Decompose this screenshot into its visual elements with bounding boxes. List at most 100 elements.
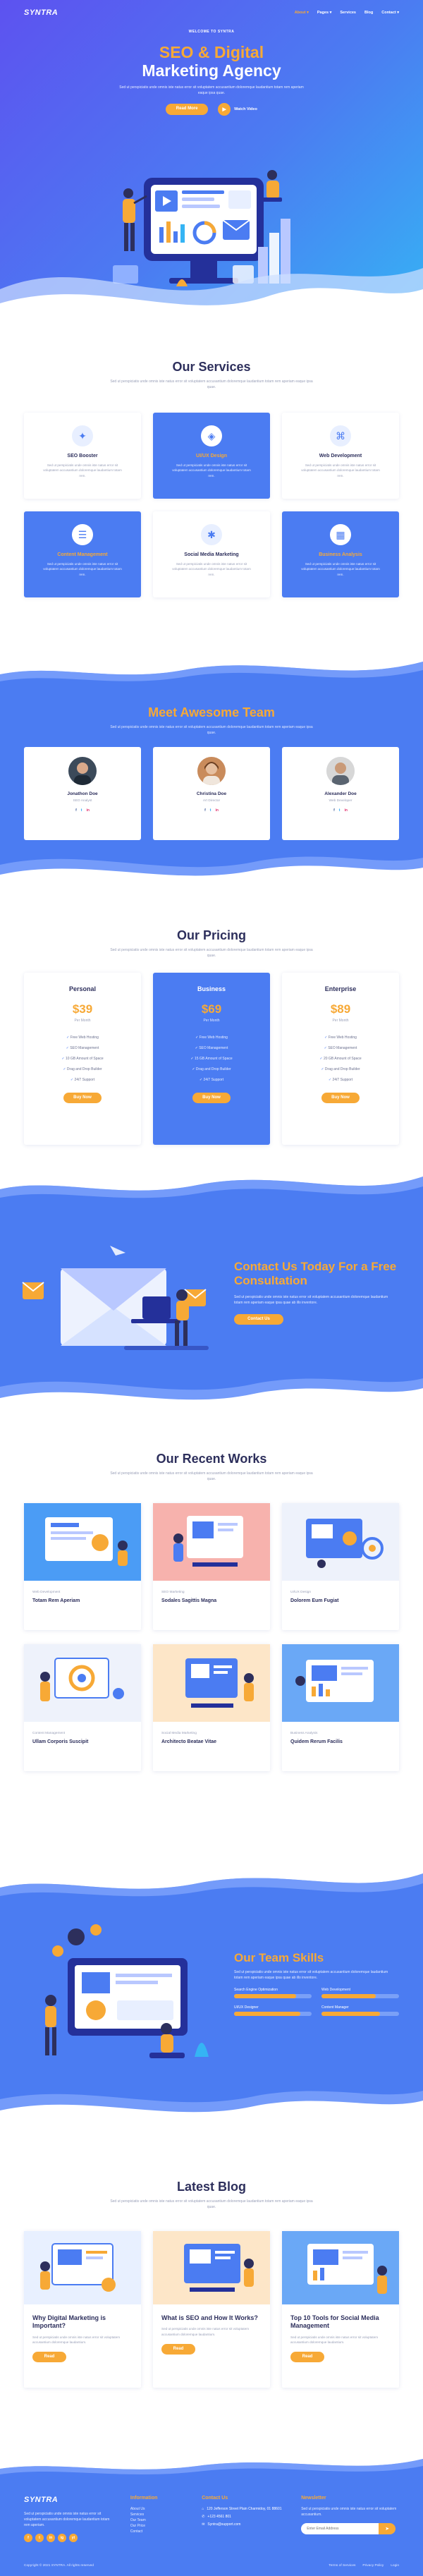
footer-contact-title: Contact Us [202, 2496, 228, 2501]
footer-link[interactable]: Contact [130, 2529, 186, 2534]
service-title: UI/UX Design [196, 454, 227, 458]
pricing-title: Our Pricing [176, 928, 246, 942]
footer-phone: ✆ +123 4561 801 [202, 2514, 286, 2520]
blog-image [282, 2231, 399, 2304]
footer-contact: Contact Us ⌂ 120 Jefferson Street Plain C… [202, 2494, 286, 2542]
services-section: Our Services Sed ut perspiciatis unde om… [0, 332, 423, 649]
footer-logo[interactable]: SYNTRA [24, 2494, 115, 2507]
site-logo[interactable]: SYNTRA [24, 8, 58, 17]
works-subtitle: Sed ut perspiciatis unde omnis iste natu… [110, 1471, 313, 1481]
linkedin-icon[interactable]: in [86, 808, 89, 813]
plan-features: Free Web Hosting SEO Management 15 GB Am… [153, 1033, 270, 1086]
team-card[interactable]: Jonathon Doe SEO Analyst f t in [24, 747, 141, 840]
team-grid: Jonathon Doe SEO Analyst f t in Christina … [24, 747, 399, 840]
skills-section: Our Team Skills Sed ut perspiciatis unde… [0, 1859, 423, 2127]
work-card[interactable]: Business Analysis Quidem Rerum Facilis [282, 1644, 399, 1771]
read-more-button[interactable]: Read More [290, 2352, 324, 2369]
phone-icon: ✆ [202, 2515, 205, 2520]
work-card[interactable]: SEO Marketing Sodales Sagittis Magna [153, 1503, 270, 1630]
team-wave-top [0, 649, 423, 681]
blog-post-title[interactable]: Top 10 Tools for Social Media Management [290, 2314, 391, 2331]
skill-fill [321, 1994, 376, 1998]
footer-link[interactable]: Services [130, 2512, 186, 2517]
blog-post-text: Sed ut perspiciatis unde omnis iste natu… [290, 2335, 379, 2344]
work-card[interactable]: Web Development Totam Rem Aperiam [24, 1503, 141, 1630]
service-title: Web Development [319, 454, 362, 458]
skill-fill [234, 1994, 296, 1998]
service-card[interactable]: ▦ Business Analysis Sed ut perspiciatis un… [282, 511, 399, 597]
plan-feature: Free Web Hosting [24, 1033, 141, 1043]
watch-video-button[interactable]: ▶ Watch Video [218, 102, 257, 116]
contact-wave-bottom [0, 1378, 423, 1415]
team-card[interactable]: Christina Doe Art Director f t in [153, 747, 270, 840]
facebook-icon[interactable]: f [333, 808, 335, 813]
work-card[interactable]: Content Management Ullam Corporis Suscip… [24, 1644, 141, 1771]
main-menu: About ▾ Pages ▾ Services Blog Contact ▾ [295, 11, 399, 15]
skill-fill [234, 2012, 300, 2016]
blog-post-title[interactable]: Why Digital Marketing is Important? [32, 2314, 133, 2331]
skill-bar: Web Development [321, 1988, 399, 1998]
skill-label: Web Development [321, 1988, 351, 1992]
member-name: Alexander Doe [324, 791, 357, 796]
buy-now-button[interactable]: Buy Now [63, 1093, 102, 1103]
footer-phone-text[interactable]: +123 4561 801 [207, 2514, 231, 2520]
footer: SYNTRA Sed ut perspiciatis unde omnis is… [0, 2452, 423, 2576]
read-more-button[interactable]: Read More [166, 103, 209, 115]
team-wave-bottom [0, 856, 423, 889]
footer-link[interactable]: Our Team [130, 2517, 186, 2523]
nav-item-blog[interactable]: Blog [364, 11, 373, 15]
work-title: Quidem Rerum Facilis [290, 1739, 343, 1744]
buy-now-button[interactable]: Buy Now [192, 1093, 231, 1103]
blog-post-title[interactable]: What is SEO and How It Works? [161, 2314, 262, 2322]
footer-link[interactable]: Our Price [130, 2523, 186, 2529]
linkedin-icon[interactable]: in [215, 808, 218, 813]
contact-us-button[interactable]: Contact Us [234, 1313, 283, 1325]
contact-illustration [22, 1246, 209, 1350]
work-category: UI/UX Design [290, 1591, 312, 1594]
newsletter-submit-button[interactable]: ➤ [379, 2523, 396, 2535]
linkedin-icon[interactable]: in [47, 2533, 55, 2542]
skill-track [234, 1994, 312, 1998]
buy-now-button[interactable]: Buy Now [321, 1093, 360, 1103]
service-card[interactable]: ◈ UI/UX Design Sed ut perspiciatis unde om… [153, 413, 270, 499]
plan-period: Per Month [74, 1019, 91, 1023]
skill-fill [321, 2012, 380, 2016]
footer-email-text[interactable]: Syntra@support.com [207, 2522, 240, 2527]
newsletter-text: Sed ut perspiciatis unde omnis iste natu… [301, 2507, 397, 2517]
work-card[interactable]: Social Media Marketing Architecto Beatae… [153, 1644, 270, 1771]
instagram-icon[interactable]: ig [58, 2533, 66, 2542]
footer-address-text: 120 Jefferson Street Plain Charmidoy, 01… [207, 2507, 282, 2512]
team-card[interactable]: Alexander Doe Web Developer f t in [282, 747, 399, 840]
service-text: Sed ut perspiciatis unde omnis iste natu… [172, 562, 251, 576]
service-card[interactable]: ✱ Social Media Marketing Sed ut perspiciat… [153, 511, 270, 597]
work-card[interactable]: UI/UX Design Dolorem Eum Fugiat [282, 1503, 399, 1630]
linkedin-icon[interactable]: in [344, 808, 347, 813]
twitter-icon[interactable]: t [210, 808, 212, 813]
read-more-button[interactable]: Read More [161, 2343, 195, 2362]
service-card[interactable]: ⌘ Web Development Sed ut perspiciatis unde… [282, 413, 399, 499]
service-card[interactable]: ✦ SEO Booster Sed ut perspiciatis unde omn… [24, 413, 141, 499]
read-more-button[interactable]: Read More [32, 2352, 66, 2369]
twitter-icon[interactable]: t [81, 808, 82, 813]
team-section: Meet Awesome Team Sed ut perspiciatis un… [0, 649, 423, 889]
newsletter-email-input[interactable] [301, 2523, 379, 2535]
nav-item-pages[interactable]: Pages ▾ [317, 11, 332, 15]
pricing-subtitle: Sed ut perspiciatis unde omnis iste natu… [110, 948, 313, 958]
avatar [68, 757, 97, 785]
facebook-icon[interactable]: f [204, 808, 206, 813]
footer-link[interactable]: About Us [130, 2506, 186, 2512]
twitter-icon[interactable]: t [339, 808, 341, 813]
pricing-card: Enterprise $89 Per Month Free Web Hostin… [282, 973, 399, 1145]
twitter-icon[interactable]: t [35, 2533, 44, 2542]
nav-item-services[interactable]: Services [340, 11, 356, 15]
nav-item-about[interactable]: About ▾ [295, 11, 309, 15]
plan-features: Free Web Hosting SEO Management 10 GB Am… [24, 1033, 141, 1086]
youtube-icon[interactable]: yt [69, 2533, 78, 2542]
facebook-icon[interactable]: f [75, 808, 77, 813]
facebook-icon[interactable]: f [24, 2533, 32, 2542]
service-card[interactable]: ☰ Content Management Sed ut perspiciatis u… [24, 511, 141, 597]
work-category: Content Management [32, 1732, 66, 1735]
skill-track [321, 1994, 399, 1998]
hero-paragraph: Sed ut perspiciatis unde omnis iste natu… [119, 85, 304, 95]
nav-item-contact[interactable]: Contact ▾ [381, 11, 399, 15]
